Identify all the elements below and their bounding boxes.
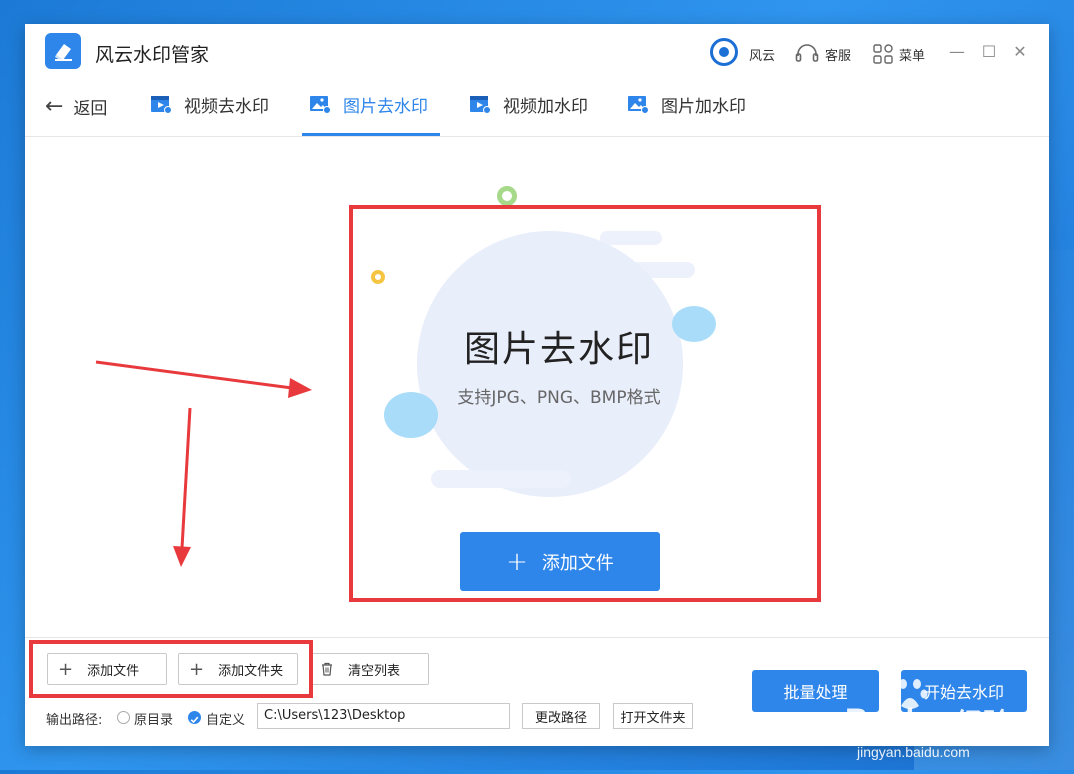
annotation-arrows [95, 360, 312, 567]
arrow-down-icon [173, 407, 192, 567]
arrow-right-icon [95, 360, 312, 398]
